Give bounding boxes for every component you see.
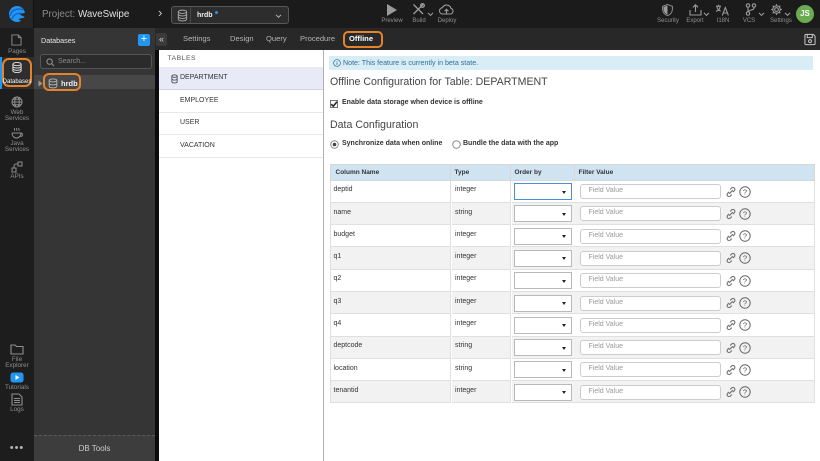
svg-text:?: ? xyxy=(743,321,747,330)
svg-text:?: ? xyxy=(743,232,747,241)
svg-text:?: ? xyxy=(743,187,747,196)
svg-text:?: ? xyxy=(743,254,747,263)
svg-text:?: ? xyxy=(743,299,747,308)
svg-text:?: ? xyxy=(743,388,747,397)
svg-text:?: ? xyxy=(743,276,747,285)
svg-text:?: ? xyxy=(743,209,747,218)
svg-text:?: ? xyxy=(743,365,747,374)
svg-text:?: ? xyxy=(743,343,747,352)
